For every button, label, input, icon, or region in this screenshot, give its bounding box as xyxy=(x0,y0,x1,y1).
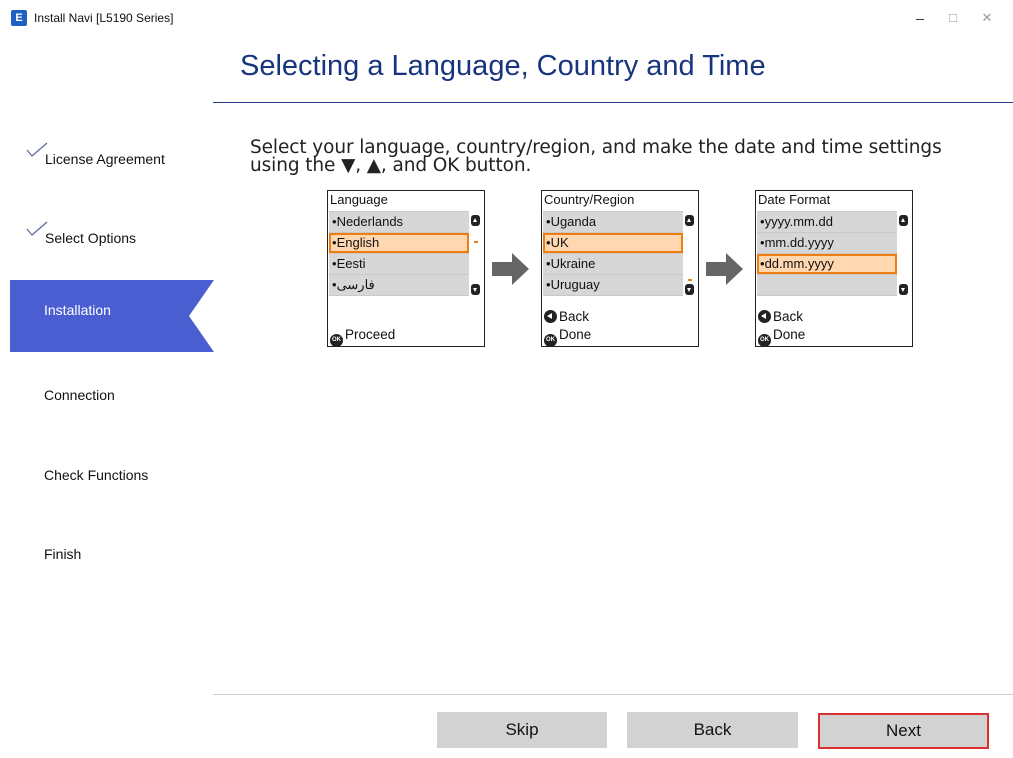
list-item: •mm.dd.yyyy xyxy=(757,233,897,253)
panel-list: •Uganda •UK •Ukraine •Uruguay xyxy=(543,211,683,296)
app-icon: E xyxy=(11,10,27,26)
list-item: •Eesti xyxy=(329,254,469,274)
panel-footer-done: OK Done xyxy=(544,326,591,347)
close-icon[interactable]: ✕ xyxy=(975,8,999,28)
scroll-up-icon xyxy=(899,215,908,226)
panel-footer-proceed: OK Proceed xyxy=(330,326,395,347)
scroll-position-indicator xyxy=(474,241,478,243)
list-item-selected: •dd.mm.yyyy xyxy=(757,254,897,274)
header-divider xyxy=(213,102,1013,103)
scroll-position-indicator xyxy=(688,279,692,281)
panel-footer-back: Back xyxy=(544,308,589,326)
active-step-notch xyxy=(189,280,214,352)
list-item-selected: •English xyxy=(329,233,469,253)
step-label: License Agreement xyxy=(45,151,165,167)
scroll-down-icon xyxy=(899,284,908,295)
step-installation: Installation xyxy=(10,280,214,352)
scroll-up-icon xyxy=(471,215,480,226)
panel-header: Language xyxy=(330,192,388,207)
step-label: Finish xyxy=(44,546,82,562)
right-arrow-icon xyxy=(492,253,529,285)
panel-footer-back: Back xyxy=(758,308,803,326)
window-title-bar: E Install Navi [L5190 Series] – □ ✕ xyxy=(0,0,1013,38)
step-select-options: Select Options xyxy=(10,196,214,268)
step-license-agreement: License Agreement xyxy=(10,117,214,189)
country-region-panel: Country/Region •Uganda •UK •Ukraine •Uru… xyxy=(541,190,699,347)
list-item: •Uganda xyxy=(543,212,683,232)
maximize-icon[interactable]: □ xyxy=(941,8,965,28)
list-item-selected: •UK xyxy=(543,233,683,253)
list-item: •فارسی xyxy=(329,275,469,295)
list-item: •yyyy.mm.dd xyxy=(757,212,897,232)
step-finish: Finish xyxy=(10,513,214,585)
panel-list: •Nederlands •English •Eesti •فارسی xyxy=(329,211,469,296)
step-connection: Connection xyxy=(10,354,214,426)
ok-button-icon: OK xyxy=(330,334,343,347)
scroll-down-icon xyxy=(685,284,694,295)
right-arrow-icon xyxy=(706,253,743,285)
step-label: Connection xyxy=(44,387,115,403)
language-panel: Language •Nederlands •English •Eesti •فا… xyxy=(327,190,485,347)
ok-button-icon: OK xyxy=(758,334,771,347)
ok-button-icon: OK xyxy=(544,334,557,347)
scrollbar xyxy=(684,211,696,297)
steps-sidebar: License Agreement Select Options Install… xyxy=(0,112,215,592)
step-label: Check Functions xyxy=(44,467,149,483)
back-button[interactable]: Back xyxy=(627,712,798,748)
panel-list: •yyyy.mm.dd •mm.dd.yyyy •dd.mm.yyyy xyxy=(757,211,897,296)
scrollbar xyxy=(470,211,482,297)
back-button-icon xyxy=(544,310,557,323)
step-label: Installation xyxy=(44,302,111,318)
panel-header: Date Format xyxy=(758,192,831,207)
scroll-down-icon xyxy=(471,284,480,295)
step-label: Select Options xyxy=(45,230,137,246)
scroll-up-icon xyxy=(685,215,694,226)
next-button[interactable]: Next xyxy=(818,713,989,749)
instructions-line-2: using the ▼, ▲, and OK button. xyxy=(250,155,532,176)
list-item: •Uruguay xyxy=(543,275,683,295)
list-item: •Nederlands xyxy=(329,212,469,232)
scrollbar xyxy=(898,211,910,297)
footer-divider xyxy=(213,694,1013,695)
panel-header: Country/Region xyxy=(544,192,635,207)
panel-footer-done: OK Done xyxy=(758,326,805,347)
back-button-icon xyxy=(758,310,771,323)
step-check-functions: Check Functions xyxy=(10,434,214,506)
list-item: •Ukraine xyxy=(543,254,683,274)
list-item-empty xyxy=(757,275,897,295)
date-format-panel: Date Format •yyyy.mm.dd •mm.dd.yyyy •dd.… xyxy=(755,190,913,347)
skip-button[interactable]: Skip xyxy=(437,712,607,748)
minimize-icon[interactable]: – xyxy=(908,8,932,28)
window-title: Install Navi [L5190 Series] xyxy=(34,11,174,25)
instructions-text: Select your language, country/region, an… xyxy=(250,138,990,176)
page-title: Selecting a Language, Country and Time xyxy=(240,50,766,82)
